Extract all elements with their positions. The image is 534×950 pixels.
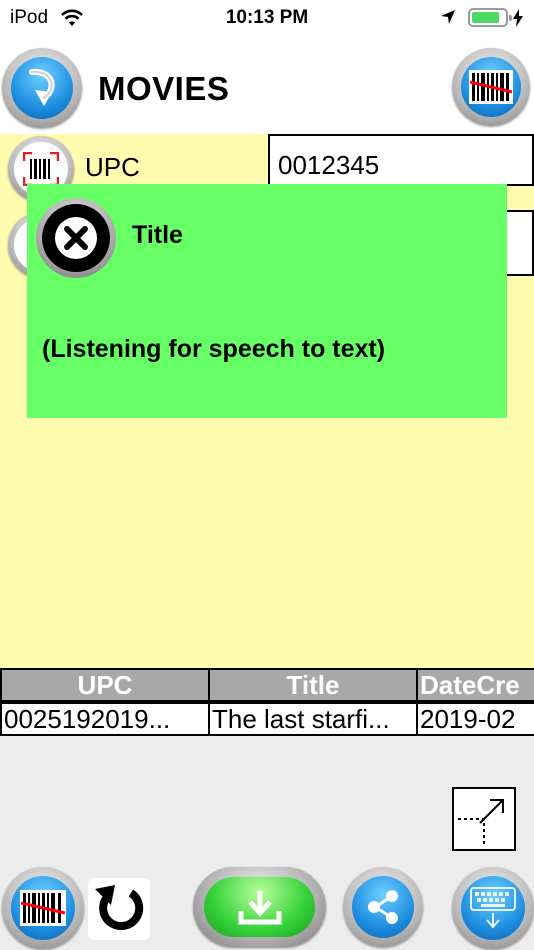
table-cell-title: The last starfi... [208,702,418,736]
back-arrow-icon [29,68,55,106]
keyboard-button-face [461,876,525,940]
share-button[interactable] [343,867,423,947]
column-header-title[interactable]: Title [208,668,418,702]
expand-button[interactable] [452,787,516,851]
table-header: UPC Title DateCre [0,668,534,702]
share-button-face [352,876,414,938]
close-button-face [42,204,110,272]
barcode-icon [23,152,59,186]
scan-barcode-button[interactable] [452,48,530,126]
table-row[interactable]: 0025192019... The last starfi... 2019-02 [0,702,534,736]
barcode-scan-icon [469,70,513,104]
charging-bolt-icon [513,9,523,27]
status-bar: iPod 10:13 PM [0,0,534,36]
table-cell-date-created: 2019-02 [416,702,534,736]
bottom-scan-face [11,876,75,940]
keyboard-icon [470,887,516,929]
expand-icon [458,799,504,845]
bottom-scan-button[interactable] [2,867,84,949]
location-arrow-icon [441,10,455,24]
battery-nub [509,15,512,21]
close-icon [55,217,97,259]
download-button-face [204,877,315,937]
download-button[interactable] [193,867,326,947]
dialog-title: Title [132,221,183,249]
scan-button-face [461,57,521,117]
column-header-date-created[interactable]: DateCre [416,668,534,702]
undo-button[interactable] [88,878,150,940]
toolbar-area [0,736,534,950]
header: MOVIES [0,36,534,134]
undo-icon [95,885,144,931]
share-icon [368,890,398,924]
dialog-close-button[interactable] [36,198,116,278]
dialog-message: (Listening for speech to text) [42,335,386,363]
barcode-scan-icon [20,890,66,926]
hide-keyboard-button[interactable] [452,867,534,949]
speech-dialog: Title (Listening for speech to text) [27,184,507,418]
back-button[interactable] [2,48,82,128]
upc-input[interactable]: 0012345 [268,134,534,186]
battery-fill [472,12,499,23]
download-icon [238,891,281,925]
battery-icon [468,8,512,27]
upc-label: UPC [85,152,140,182]
table-cell-upc: 0025192019... [0,702,210,736]
column-header-upc[interactable]: UPC [0,668,210,702]
page-title: MOVIES [98,70,230,107]
back-button-face [11,57,73,119]
